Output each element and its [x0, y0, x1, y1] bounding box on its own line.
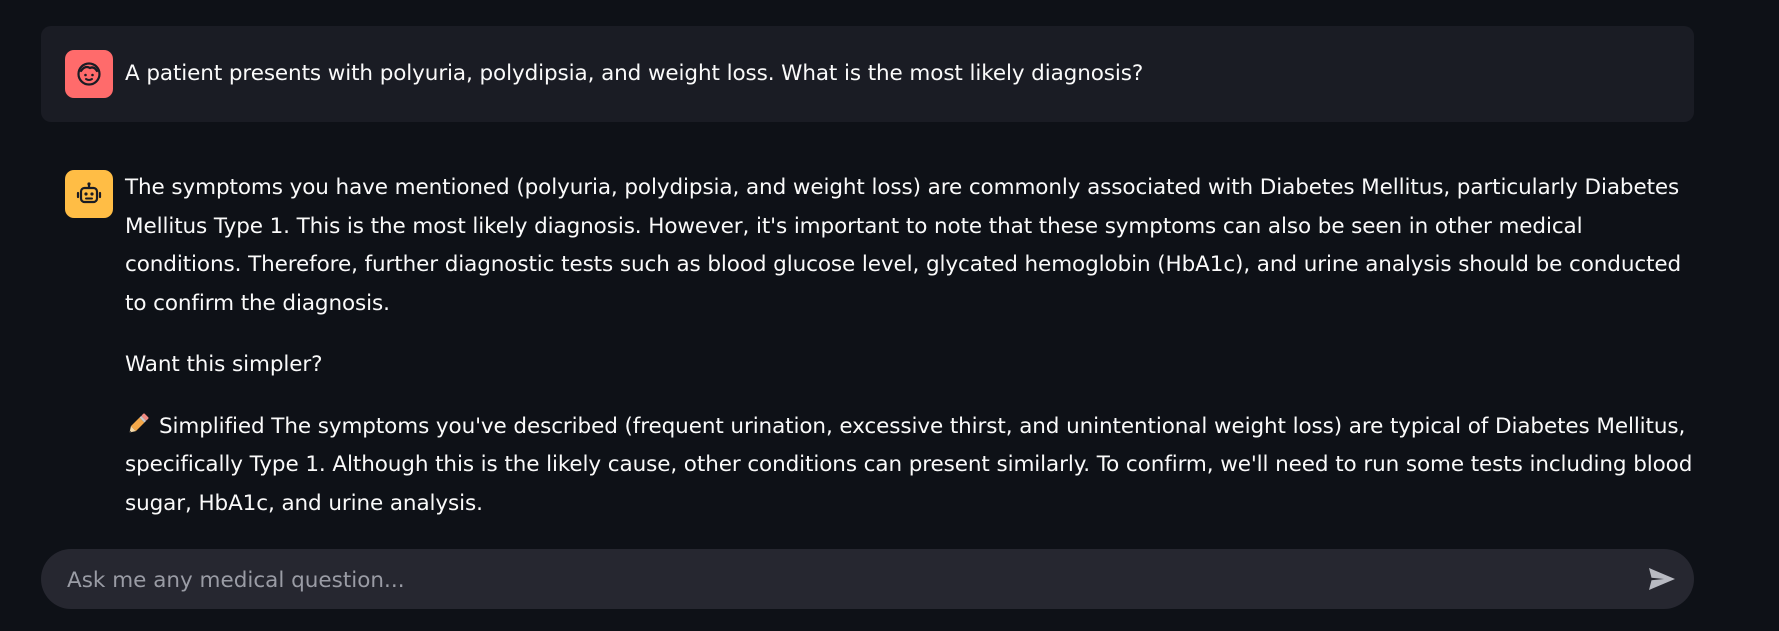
- chat-page: A patient presents with polyuria, polydi…: [0, 0, 1779, 631]
- user-avatar: [65, 50, 113, 98]
- user-message-text: A patient presents with polyuria, polydi…: [125, 61, 1144, 86]
- assistant-paragraph-simplified: Simplified The symptoms you've described…: [125, 408, 1695, 524]
- assistant-paragraph-prompt: Want this simpler?: [125, 352, 323, 377]
- user-face-icon: [77, 62, 101, 86]
- chat-input[interactable]: [65, 549, 1629, 611]
- user-message: A patient presents with polyuria, polydi…: [41, 26, 1694, 122]
- send-button[interactable]: [1646, 563, 1678, 595]
- send-icon: [1649, 568, 1675, 590]
- simplified-text: Simplified The symptoms you've described…: [125, 413, 1693, 516]
- pencil-icon: [125, 411, 151, 437]
- chat-input-container: [41, 549, 1694, 611]
- robot-icon: [76, 182, 102, 204]
- assistant-avatar: [65, 170, 113, 218]
- assistant-paragraph-diagnosis: The symptoms you have mentioned (polyuri…: [125, 175, 1682, 316]
- assistant-message: The symptoms you have mentioned (polyuri…: [125, 169, 1695, 546]
